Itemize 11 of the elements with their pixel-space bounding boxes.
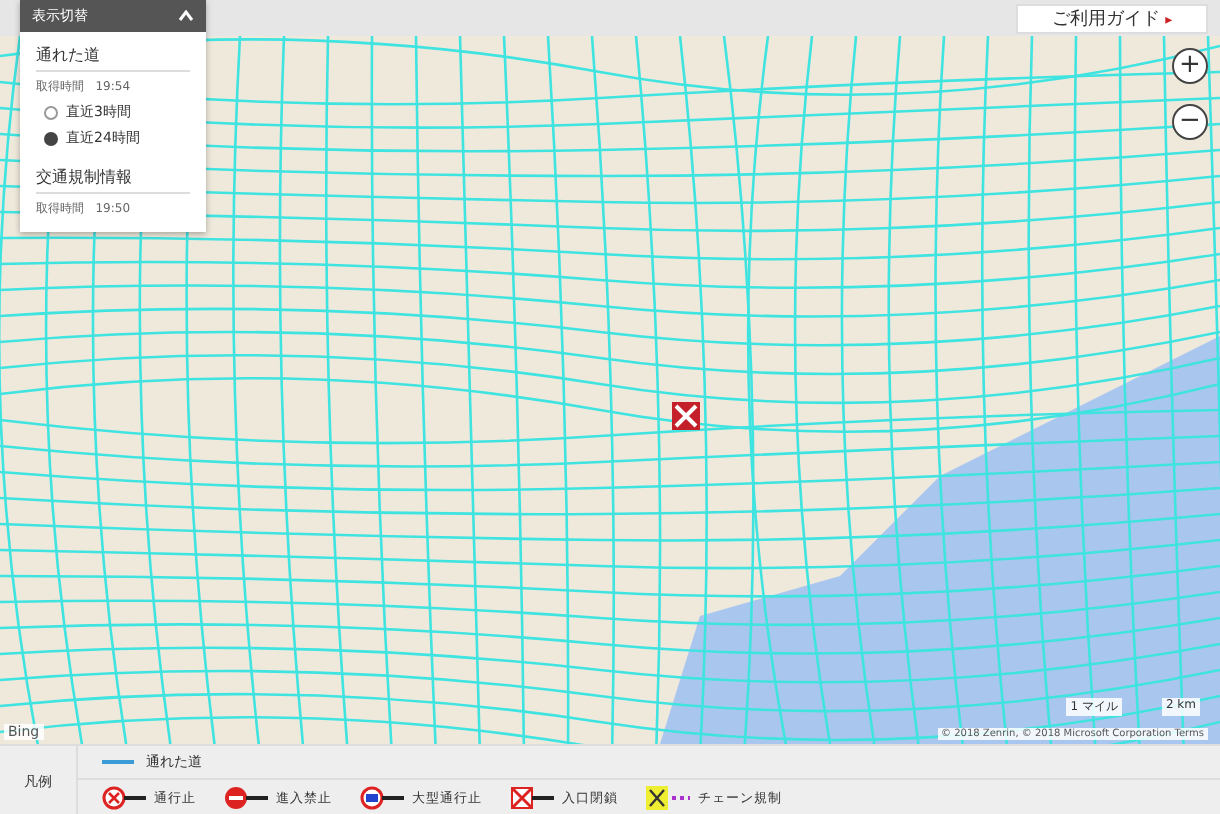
- road-closed-icon: [102, 786, 146, 810]
- entrance-closed-icon: [510, 786, 554, 810]
- section-title: 通れた道: [36, 44, 190, 72]
- chain-icon: [646, 786, 690, 810]
- radio-button[interactable]: [44, 131, 58, 145]
- truck-ban-icon: [360, 786, 404, 810]
- road-line-icon: [102, 760, 134, 764]
- section-title: 交通規制情報: [36, 166, 190, 194]
- caret-icon[interactable]: [178, 10, 194, 22]
- radio-button[interactable]: [44, 105, 58, 119]
- no-entry-icon: [224, 786, 268, 810]
